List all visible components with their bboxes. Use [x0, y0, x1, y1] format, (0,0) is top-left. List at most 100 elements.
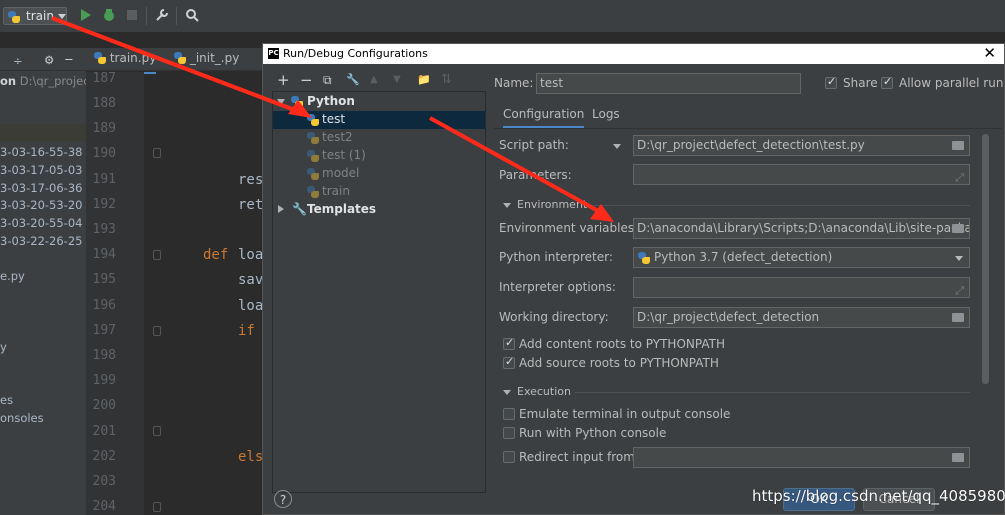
chevron-down-icon[interactable] [503, 203, 511, 208]
fold-marker[interactable] [153, 326, 161, 336]
remove-icon[interactable]: − [300, 71, 313, 89]
project-root[interactable]: on D:\qr_project\ [0, 74, 98, 88]
list-item[interactable]: onsoles [0, 411, 44, 425]
run-icon[interactable] [80, 8, 92, 22]
folder-icon[interactable]: 📁 [417, 71, 431, 89]
tree-group-python[interactable]: Python [273, 93, 485, 111]
folder-icon[interactable] [952, 224, 964, 233]
workdir-input[interactable]: D:\qr_project\defect_detection [633, 307, 970, 328]
source-roots-checkbox[interactable] [503, 355, 515, 369]
toolbar-separator [146, 7, 147, 25]
wrench-icon[interactable]: 🔧 [346, 71, 360, 89]
tab-logs[interactable]: Logs [592, 107, 620, 121]
chevron-down-icon[interactable] [613, 144, 621, 149]
list-item[interactable]: 3-03-20-55-04 [0, 216, 82, 230]
python-console-checkbox[interactable] [503, 427, 515, 439]
parameters-input[interactable]: ⤢ [633, 164, 970, 185]
folder-icon[interactable] [952, 313, 964, 322]
section-divider [585, 205, 970, 206]
list-item[interactable]: es [0, 393, 13, 407]
redirect-input-checkbox[interactable] [503, 451, 515, 463]
tree-item-test2[interactable]: test2 [273, 129, 485, 147]
list-item[interactable]: 3-03-22-26-25 [0, 234, 82, 248]
emulate-terminal-checkbox[interactable] [503, 408, 515, 420]
line-number: 204 [92, 499, 116, 514]
fold-marker[interactable] [153, 148, 161, 158]
line-number: 189 [92, 121, 116, 136]
chevron-right-icon [278, 205, 284, 213]
config-tree: Python test test2 test (1) model train 🔧… [272, 91, 486, 493]
expand-icon[interactable]: ⤢ [955, 281, 964, 297]
environment-section[interactable]: Environment [517, 198, 587, 211]
gear-icon[interactable]: ⚙ [44, 53, 54, 67]
tree-item-train[interactable]: train [273, 183, 485, 201]
folder-icon[interactable] [952, 453, 964, 462]
chevron-down-icon[interactable] [503, 390, 511, 395]
run-config-selector[interactable]: train [3, 7, 67, 25]
panel-divider-icon[interactable]: ÷ [13, 54, 23, 68]
move-down-icon[interactable]: ▼ [393, 71, 401, 89]
list-item[interactable]: y [0, 340, 7, 354]
redirect-input-field[interactable] [633, 447, 970, 468]
line-number: 200 [92, 398, 116, 413]
wrench-icon: 🔧 [292, 202, 307, 216]
parameters-label: Parameters: [499, 168, 572, 182]
code-keyword: els [238, 449, 264, 465]
tree-group-templates[interactable]: 🔧 Templates [273, 201, 485, 219]
dialog-titlebar: PC Run/Debug Configurations ✕ [263, 44, 1004, 64]
python-icon [307, 168, 319, 180]
name-input[interactable]: test [536, 73, 801, 94]
sort-icon[interactable]: ⇅ [441, 71, 452, 89]
add-icon[interactable]: + [277, 71, 290, 89]
line-number: 188 [92, 96, 116, 111]
search-icon[interactable] [185, 8, 199, 22]
line-number: 196 [92, 298, 116, 313]
tab-configuration[interactable]: Configuration [503, 107, 585, 129]
fold-marker[interactable] [153, 426, 161, 436]
minimize-icon[interactable]: − [64, 52, 74, 66]
wrench-icon[interactable] [155, 8, 169, 22]
code-line: res [238, 172, 264, 188]
tab-underline [494, 128, 1002, 129]
code-line: sav [238, 272, 264, 288]
section-divider [575, 392, 970, 393]
python-icon [307, 150, 319, 162]
script-path-input[interactable]: D:\qr_project\defect_detection\test.py [633, 135, 970, 156]
stop-icon[interactable] [126, 8, 138, 22]
tab-init-py[interactable]: _init_.py [174, 50, 239, 72]
tree-item-test-1[interactable]: test (1) [273, 147, 485, 165]
interpreter-select[interactable]: Python 3.7 (defect_detection) [633, 247, 970, 268]
list-item[interactable]: 3-03-16-55-38 [0, 145, 82, 159]
code-line: loa [238, 298, 264, 314]
tree-item-test[interactable]: test [273, 111, 485, 129]
fold-marker[interactable] [153, 250, 161, 260]
list-item[interactable]: 3-03-20-53-20 [0, 198, 82, 212]
list-item[interactable]: e.py [0, 269, 25, 283]
share-checkbox[interactable] [825, 75, 837, 89]
scrollbar[interactable] [982, 134, 989, 384]
fold-marker[interactable] [153, 502, 161, 512]
line-number: 201 [92, 424, 116, 439]
interp-options-input[interactable]: ⤢ [633, 277, 970, 298]
debug-icon[interactable] [102, 8, 116, 22]
content-roots-checkbox[interactable] [503, 336, 515, 350]
tree-item-model[interactable]: model [273, 165, 485, 183]
python-icon [307, 132, 319, 144]
copy-icon[interactable]: ⧉ [323, 71, 332, 89]
allow-parallel-checkbox[interactable] [881, 75, 893, 89]
execution-section[interactable]: Execution [517, 385, 571, 398]
folder-icon[interactable] [952, 141, 964, 150]
python-icon [291, 96, 303, 108]
list-item[interactable]: 3-03-17-05-03 [0, 163, 82, 177]
move-up-icon[interactable]: ▲ [370, 71, 378, 89]
env-vars-input[interactable]: D:\anaconda\Library\Scripts;D:\anaconda\… [633, 218, 970, 239]
expand-icon[interactable]: ⤢ [955, 168, 964, 184]
script-path-label: Script path: [499, 138, 569, 152]
list-item[interactable]: 3-03-17-06-36 [0, 181, 82, 195]
interpreter-label: Python interpreter: [499, 250, 613, 264]
help-icon[interactable]: ? [274, 490, 292, 508]
toolbar-separator [176, 7, 177, 25]
source-roots-label: Add source roots to PYTHONPATH [519, 356, 719, 370]
code-line: loa [238, 247, 264, 263]
close-icon[interactable]: ✕ [983, 44, 996, 62]
